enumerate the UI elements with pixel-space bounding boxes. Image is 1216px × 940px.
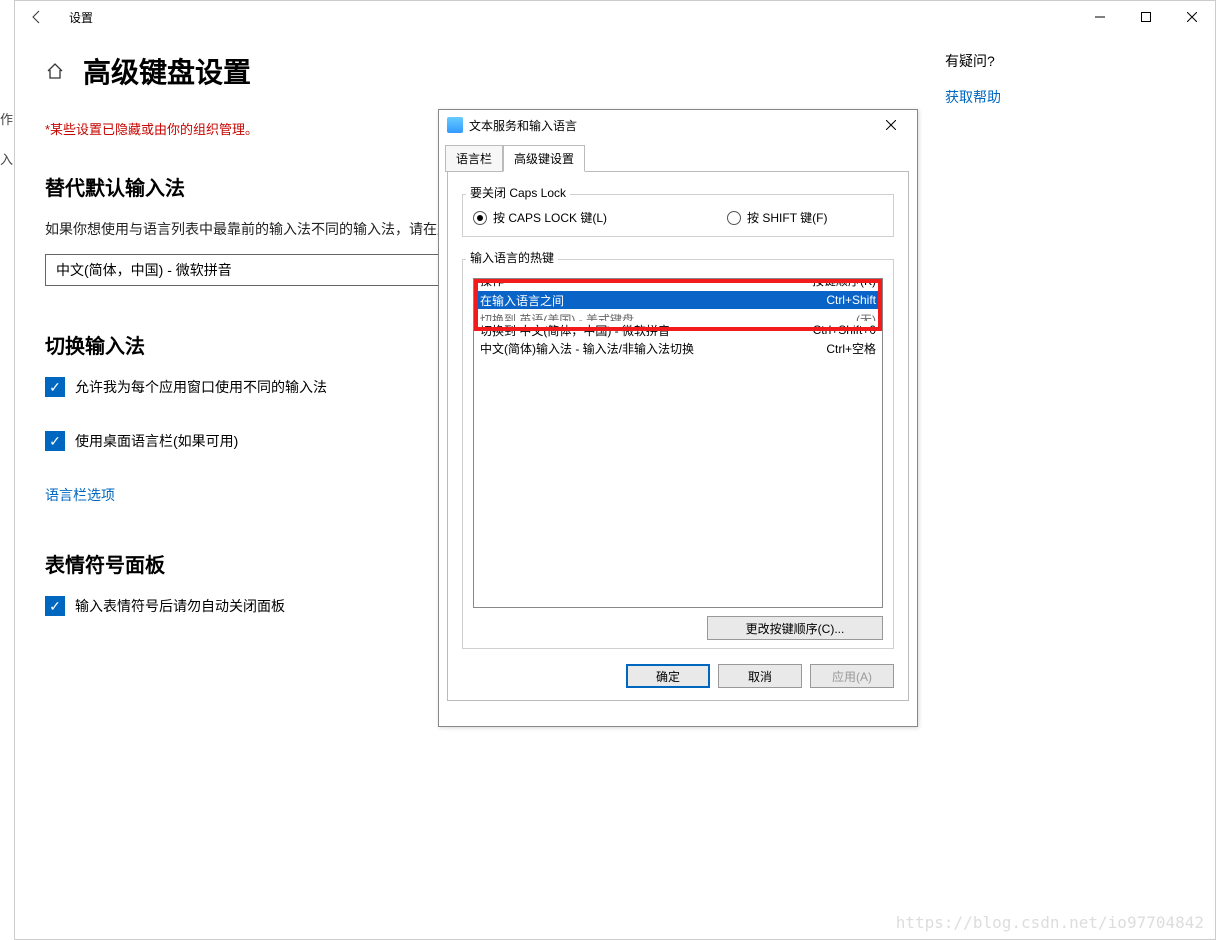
emoji-label: 输入表情符号后请勿自动关闭面板 (75, 596, 285, 616)
watermark: https://blog.csdn.net/io97704842 (896, 913, 1204, 932)
hotkey-row[interactable]: 切换到 中文(简体，中国) - 微软拼音Ctrl+Shift+0 (474, 321, 882, 339)
default-ime-combo[interactable]: 中文(简体，中国) - 微软拼音 (45, 254, 441, 286)
home-icon[interactable] (45, 61, 65, 81)
titlebar: 设置 (15, 1, 1215, 33)
radio-shift[interactable]: 按 SHIFT 键(F) (727, 209, 827, 226)
hotkeys-legend: 输入语言的热键 (466, 249, 558, 266)
window-title: 设置 (69, 9, 93, 26)
apply-button[interactable]: 应用(A) (810, 664, 894, 688)
combo-value: 中文(简体，中国) - 微软拼音 (56, 260, 232, 280)
hotkey-header: 操作按键顺序(K) (474, 279, 882, 291)
help-question: 有疑问? (945, 51, 1185, 71)
radio-icon (727, 211, 741, 225)
checkbox-checked-icon: ✓ (45, 431, 65, 451)
capslock-legend: 要关闭 Caps Lock (466, 184, 570, 201)
tab-advanced-keys[interactable]: 高级键设置 (503, 145, 585, 172)
hotkey-row[interactable]: 切换到 英语(美国) - 美式键盘(无) (474, 309, 882, 321)
minimize-button[interactable] (1077, 1, 1123, 33)
keyboard-icon (447, 117, 463, 133)
get-help-link[interactable]: 获取帮助 (945, 89, 1001, 105)
langbar-label: 使用桌面语言栏(如果可用) (75, 431, 238, 451)
maximize-button[interactable] (1123, 1, 1169, 33)
ok-button[interactable]: 确定 (626, 664, 710, 688)
dialog-close-button[interactable] (873, 111, 909, 139)
radio-capslock[interactable]: 按 CAPS LOCK 键(L) (473, 209, 607, 226)
page-title: 高级键盘设置 (83, 51, 251, 91)
text-services-dialog: 文本服务和输入语言 语言栏 高级键设置 要关闭 Caps Lock 按 CAPS… (438, 109, 918, 727)
perapp-label: 允许我为每个应用窗口使用不同的输入法 (75, 377, 327, 397)
back-button[interactable] (15, 1, 59, 33)
dialog-title: 文本服务和输入语言 (469, 117, 577, 134)
change-key-sequence-button[interactable]: 更改按键顺序(C)... (707, 616, 883, 640)
hotkey-list[interactable]: 操作按键顺序(K) 在输入语言之间Ctrl+Shift 切换到 英语(美国) -… (473, 278, 883, 608)
hotkey-row[interactable]: 中文(简体)输入法 - 输入法/非输入法切换Ctrl+空格 (474, 339, 882, 357)
tab-panel: 要关闭 Caps Lock 按 CAPS LOCK 键(L) 按 SHIFT 键… (447, 171, 909, 701)
close-button[interactable] (1169, 1, 1215, 33)
cutoff-text: 作 入 (0, 100, 15, 500)
langbar-options-link[interactable]: 语言栏选项 (45, 485, 115, 505)
dialog-titlebar: 文本服务和输入语言 (439, 110, 917, 140)
checkbox-checked-icon: ✓ (45, 596, 65, 616)
radio-selected-icon (473, 211, 487, 225)
tab-language-bar[interactable]: 语言栏 (445, 145, 503, 172)
cancel-button[interactable]: 取消 (718, 664, 802, 688)
checkbox-checked-icon: ✓ (45, 377, 65, 397)
hotkey-row-selected[interactable]: 在输入语言之间Ctrl+Shift (474, 291, 882, 309)
